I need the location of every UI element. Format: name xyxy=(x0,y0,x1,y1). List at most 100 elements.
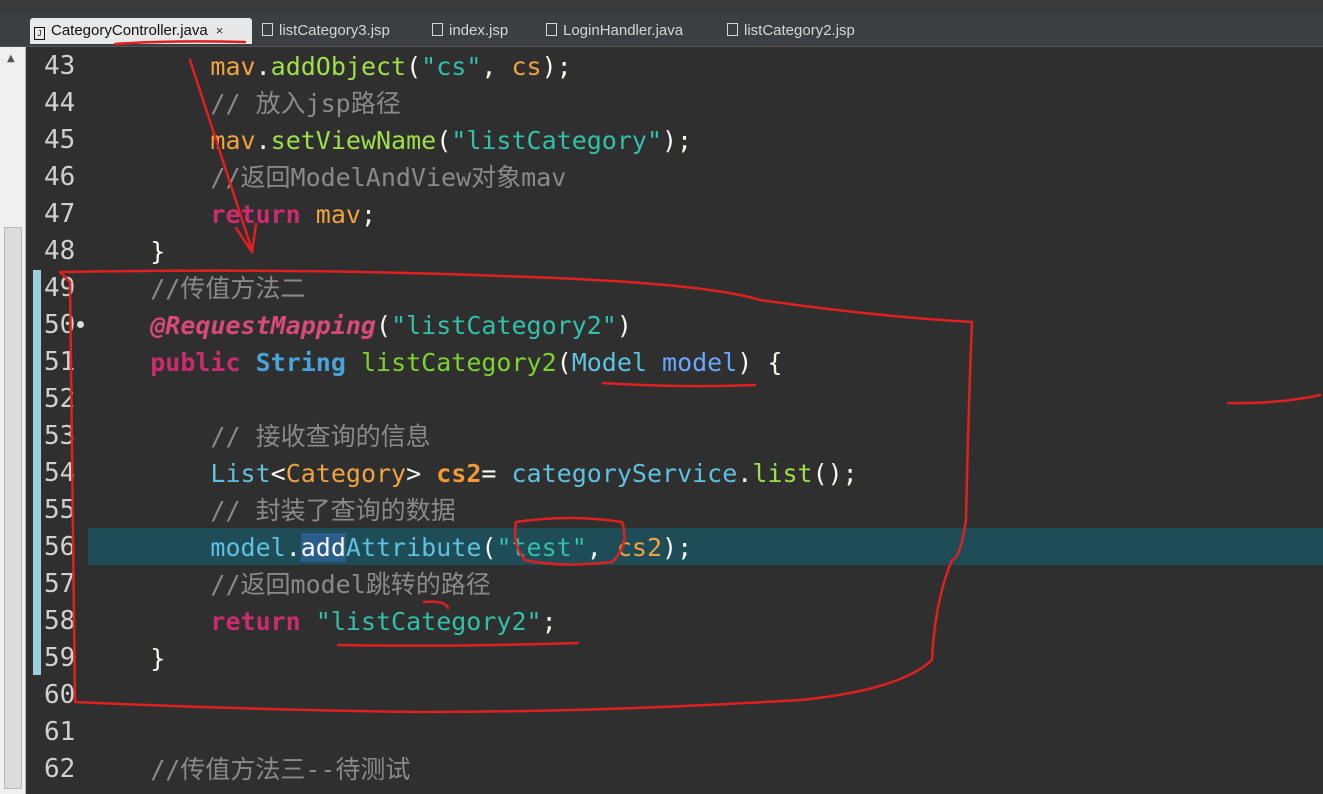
code-token: . xyxy=(255,126,271,155)
tab-category-controller[interactable]: J CategoryController.java × xyxy=(30,18,252,44)
line-number: 55 xyxy=(44,495,76,525)
code-token: Category xyxy=(285,459,407,488)
tab-list-category2[interactable]: listCategory2.jsp xyxy=(727,18,855,44)
line-number: 43 xyxy=(44,51,76,81)
line-number: 52 xyxy=(44,384,76,414)
line-number: 49 xyxy=(44,273,76,303)
code-token: ( xyxy=(406,52,422,81)
close-icon[interactable]: × xyxy=(216,23,224,38)
code-token: Model xyxy=(571,348,647,377)
line-number: 48 xyxy=(44,236,76,266)
code-token: List xyxy=(210,459,271,488)
code-token: . xyxy=(737,459,753,488)
code-line[interactable]: return "listCategory2"; xyxy=(90,603,556,640)
code-token: ) { xyxy=(737,348,783,377)
code-token: Attribute xyxy=(345,533,482,562)
code-token: , xyxy=(586,533,617,562)
code-token: ); xyxy=(662,126,693,155)
code-line[interactable]: // 放入jsp路径 xyxy=(90,85,401,122)
code-line[interactable]: model.addAttribute("test", cs2); xyxy=(90,529,692,566)
code-token: ); xyxy=(662,533,693,562)
code-line[interactable]: //返回model跳转的路径 xyxy=(90,566,490,603)
editor-tab-bar: J CategoryController.java × listCategory3.… xyxy=(0,14,1323,47)
code-token: cs2 xyxy=(436,459,482,488)
code-line[interactable]: //返回ModelAndView对象mav xyxy=(90,159,566,196)
line-number: 58 xyxy=(44,606,76,636)
tab-label: index.jsp xyxy=(449,22,509,39)
line-number: 62 xyxy=(44,754,76,784)
code-token: ( xyxy=(376,311,392,340)
code-token: //传值方法三--待测试 xyxy=(150,755,411,784)
line-number: 60 xyxy=(44,680,76,710)
code-line[interactable]: public String listCategory2(Model model)… xyxy=(90,344,782,381)
code-line[interactable]: @RequestMapping("listCategory2") xyxy=(90,307,632,344)
code-line[interactable]: // 接收查询的信息 xyxy=(90,418,431,455)
code-token: return xyxy=(210,200,301,229)
scrollbar-thumb[interactable] xyxy=(4,227,22,789)
java-file-icon: J xyxy=(34,27,45,40)
code-token: . xyxy=(285,533,301,562)
tab-label: listCategory3.jsp xyxy=(279,22,390,39)
code-token: @RequestMapping xyxy=(150,311,376,340)
code-token: . xyxy=(255,52,271,81)
code-token: addObject xyxy=(270,52,407,81)
code-token: mav xyxy=(210,126,256,155)
code-line[interactable]: mav.addObject("cs", cs); xyxy=(90,48,571,85)
java-file-icon xyxy=(546,23,557,36)
line-number: 56 xyxy=(44,532,76,562)
code-token: return xyxy=(210,607,301,636)
code-token: } xyxy=(150,644,166,673)
code-line[interactable]: //传值方法二 xyxy=(90,270,305,307)
code-token: , xyxy=(481,52,512,81)
code-token: < xyxy=(270,459,286,488)
tab-label: LoginHandler.java xyxy=(563,22,684,39)
line-number: 54 xyxy=(44,458,76,488)
code-token: "cs" xyxy=(421,52,482,81)
line-number: 47 xyxy=(44,199,76,229)
code-line[interactable]: mav.setViewName("listCategory"); xyxy=(90,122,692,159)
code-line[interactable]: return mav; xyxy=(90,196,376,233)
tab-list-category3[interactable]: listCategory3.jsp xyxy=(262,18,390,44)
jsp-file-icon xyxy=(262,23,273,36)
code-line[interactable]: //传值方法三--待测试 xyxy=(90,751,410,788)
tab-label: listCategory2.jsp xyxy=(744,22,855,39)
code-line[interactable]: // 封装了查询的数据 xyxy=(90,492,455,529)
code-line[interactable]: List<Category> cs2= categoryService.list… xyxy=(90,455,857,492)
code-line[interactable]: } xyxy=(90,233,165,270)
line-number: 61 xyxy=(44,717,76,747)
code-token: > xyxy=(406,459,437,488)
code-token: cs2 xyxy=(616,533,663,562)
vertical-scrollbar[interactable]: ▲ xyxy=(0,47,26,794)
code-token: "listCategory" xyxy=(451,126,662,155)
jsp-file-icon xyxy=(727,23,738,36)
code-token: // 放入jsp路径 xyxy=(210,89,401,118)
line-number: 44 xyxy=(44,88,76,118)
code-token: //传值方法二 xyxy=(150,274,306,303)
code-token: // 接收查询的信息 xyxy=(210,422,431,451)
line-number: 51 xyxy=(44,347,76,377)
code-token: list xyxy=(752,459,813,488)
change-indicator-bar xyxy=(33,270,41,675)
tab-login-handler[interactable]: LoginHandler.java xyxy=(546,18,683,44)
code-token: listCategory2 xyxy=(360,348,557,377)
line-number: 53 xyxy=(44,421,76,451)
jsp-file-icon xyxy=(432,23,443,36)
code-token: categoryService xyxy=(511,459,738,488)
code-line[interactable]: } xyxy=(90,640,165,677)
tab-index[interactable]: index.jsp xyxy=(432,18,508,44)
scroll-up-arrow-icon[interactable]: ▲ xyxy=(7,53,15,64)
